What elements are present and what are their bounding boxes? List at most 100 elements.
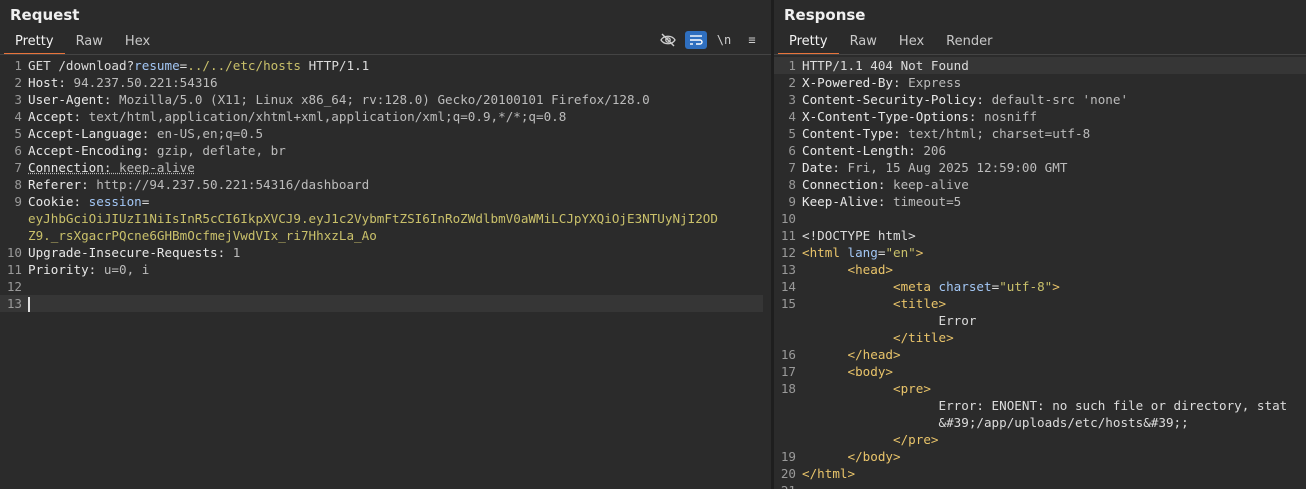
- semicolon: ;: [1181, 415, 1189, 430]
- header-name: Upgrade-Insecure-Requests: [28, 245, 218, 260]
- code-line: 7 Date: Fri, 15 Aug 2025 12:59:00 GMT: [774, 159, 1306, 176]
- response-editor[interactable]: 1 HTTP/1.1 404 Not Found 2 X-Powered-By:…: [774, 57, 1306, 489]
- code-line: 4 Accept: text/html,application/xhtml+xm…: [0, 108, 771, 125]
- attr-value: "utf-8": [999, 279, 1053, 294]
- code-line: 9 Keep-Alive: timeout=5: [774, 193, 1306, 210]
- header-value: text/html; charset=utf-8: [900, 126, 1091, 141]
- code-line: Z9._rsXgacrPQcne6GHBmOcfmejVwdVIx_ri7Hhx…: [0, 227, 771, 244]
- code-line: 10 Upgrade-Insecure-Requests: 1: [0, 244, 771, 261]
- code-line: 16 </head>: [774, 346, 1306, 363]
- code-line: 6 Content-Length: 206: [774, 142, 1306, 159]
- response-tab-hex[interactable]: Hex: [888, 30, 935, 53]
- line-number: 8: [788, 177, 796, 192]
- line-number: 21: [774, 482, 802, 489]
- wrap-icon[interactable]: [685, 31, 707, 49]
- header-name: Accept-Language: [28, 126, 142, 141]
- header-value: http://94.237.50.221:54316/dashboard: [88, 177, 370, 192]
- request-tab-pretty[interactable]: Pretty: [4, 30, 65, 55]
- body-tag: <body>: [847, 364, 894, 379]
- header-value: nosniff: [976, 109, 1038, 124]
- line-number: 11: [780, 228, 796, 243]
- header-value: keep-alive: [111, 160, 195, 175]
- query-param-name: resume: [134, 58, 180, 73]
- line-number: 5: [788, 126, 796, 141]
- pre-tag: <pre>: [893, 381, 931, 396]
- code-line: 17 <body>: [774, 363, 1306, 380]
- attr-name: charset: [930, 279, 992, 294]
- line-number: 6: [14, 143, 22, 158]
- header-name: Content-Type: [802, 126, 893, 141]
- header-name: Accept-Encoding: [28, 143, 142, 158]
- code-line: 2 Host: 94.237.50.221:54316: [0, 74, 771, 91]
- line-number: 13: [780, 262, 796, 277]
- header-value: 206: [915, 143, 947, 158]
- query-param-value: ../../etc/hosts: [187, 58, 301, 73]
- line-number: 1: [14, 58, 22, 73]
- cookie-value: eyJhbGciOiJIUzI1NiIsInR5cCI6IkpXVCJ9.eyJ…: [28, 211, 718, 226]
- newline-icon[interactable]: \n: [713, 31, 735, 49]
- request-tab-hex[interactable]: Hex: [114, 30, 161, 53]
- response-tab-render[interactable]: Render: [935, 30, 1003, 53]
- code-line: 13 <head>: [774, 261, 1306, 278]
- header-name: Accept: [28, 109, 74, 124]
- code-line: 4 X-Content-Type-Options: nosniff: [774, 108, 1306, 125]
- tag-close-bracket: >: [915, 245, 924, 260]
- code-line: 10: [774, 210, 1306, 227]
- http-method: GET: [28, 58, 59, 73]
- header-name: Connection: [28, 160, 104, 175]
- code-line: 14 <meta charset="utf-8">: [774, 278, 1306, 295]
- code-line: 2 X-Powered-By: Express: [774, 74, 1306, 91]
- header-value: default-src 'none': [983, 92, 1129, 107]
- code-line: &#39;/app/uploads/etc/hosts&#39;;: [774, 414, 1306, 431]
- code-line: 18 <pre>: [774, 380, 1306, 397]
- line-number: 15: [780, 296, 796, 311]
- code-line: 8 Referer: http://94.237.50.221:54316/da…: [0, 176, 771, 193]
- code-line: 12: [0, 278, 771, 295]
- line-number: 5: [14, 126, 22, 141]
- header-name: X-Content-Type-Options: [802, 109, 969, 124]
- line-number: 12: [6, 279, 22, 294]
- code-line: </pre>: [774, 431, 1306, 448]
- eye-off-icon[interactable]: [657, 31, 679, 49]
- header-name: Priority: [28, 262, 89, 277]
- header-value: Express: [900, 75, 962, 90]
- header-value: 94.237.50.221:54316: [65, 75, 218, 90]
- menu-icon[interactable]: ≡: [741, 31, 763, 49]
- line-number: 3: [788, 92, 796, 107]
- html-tag: <html: [802, 245, 840, 260]
- code-line: 8 Connection: keep-alive: [774, 176, 1306, 193]
- request-tab-divider: [0, 54, 771, 55]
- header-name: Keep-Alive: [802, 194, 878, 209]
- response-tab-pretty[interactable]: Pretty: [778, 30, 839, 55]
- code-line: 3 Content-Security-Policy: default-src '…: [774, 91, 1306, 108]
- request-editor[interactable]: 1 GET /download?resume = ../../etc/hosts H…: [0, 57, 771, 489]
- pre-close-tag: </pre>: [893, 432, 939, 447]
- code-line: Error: [774, 312, 1306, 329]
- header-value: Mozilla/5.0 (X11; Linux x86_64; rv:128.0…: [111, 92, 650, 107]
- code-line: 19 </body>: [774, 448, 1306, 465]
- line-number: 10: [6, 245, 22, 260]
- code-line: 1 HTTP/1.1 404 Not Found: [774, 57, 1306, 74]
- attr-name: lang: [839, 245, 878, 260]
- doctype: <!DOCTYPE html>: [802, 228, 916, 243]
- attr-value: "en": [885, 245, 916, 260]
- header-value: Fri, 15 Aug 2025 12:59:00 GMT: [839, 160, 1068, 175]
- header-value: 1: [225, 245, 241, 260]
- header-name: User-Agent: [28, 92, 104, 107]
- code-line: 12 <html lang="en">: [774, 244, 1306, 261]
- request-tabs: Pretty Raw Hex: [4, 30, 161, 55]
- line-number: 19: [780, 449, 796, 464]
- current-line[interactable]: 13: [0, 295, 763, 312]
- header-value: u=0, i: [96, 262, 150, 277]
- request-tab-raw[interactable]: Raw: [65, 30, 114, 53]
- line-number: 2: [788, 75, 796, 90]
- code-line: 11 Priority: u=0, i: [0, 261, 771, 278]
- header-name: X-Powered-By: [802, 75, 893, 90]
- line-number: 7: [788, 160, 796, 175]
- line-number: 18: [780, 381, 796, 396]
- header-name: Cookie: [28, 194, 74, 209]
- header-name: Referer: [28, 177, 82, 192]
- request-pane: Request Pretty Raw Hex \n ≡ 1 GET /downl…: [0, 0, 771, 489]
- code-line: 7 Connection: keep-alive: [0, 159, 771, 176]
- response-tab-raw[interactable]: Raw: [839, 30, 888, 53]
